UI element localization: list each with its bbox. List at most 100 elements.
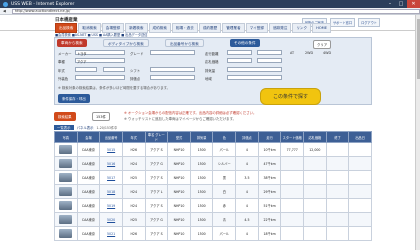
tab-other-conditions[interactable]: その他の条件 xyxy=(230,39,260,47)
color-select[interactable] xyxy=(75,75,125,80)
scrollbar[interactable] xyxy=(415,15,420,250)
car-select[interactable]: アクア xyxy=(75,58,125,64)
column-header[interactable]: 評価点 xyxy=(235,131,259,143)
table-cell[interactable]: 5015 xyxy=(99,142,123,157)
photo-cell[interactable] xyxy=(54,226,78,241)
table-cell[interactable]: 5017 xyxy=(99,170,123,185)
nav-item[interactable]: 追跡発注 xyxy=(268,23,292,33)
table-row[interactable]: CAA東京 5015 H26 アクア S NHP10 1500 パール 4 10千km 77,77… xyxy=(54,142,372,157)
check-2wd[interactable]: 2WD xyxy=(305,51,313,55)
view-list-tab[interactable]: 一覧表示 xyxy=(54,124,74,130)
table-cell: H25 xyxy=(121,212,146,227)
tab-body-type[interactable]: ボディタイプから検索 xyxy=(103,39,149,47)
table-row[interactable]: CAA東京 5018 H24 アクア L NHP10 1500 白 4 29千km xyxy=(54,184,372,199)
table-cell[interactable]: 5021 xyxy=(99,226,123,241)
car-thumbnail[interactable] xyxy=(59,173,73,182)
tab-lot-number[interactable]: 出品番号から検索 xyxy=(165,39,204,47)
table-cell xyxy=(348,156,372,171)
maker-select[interactable]: トヨタ xyxy=(75,50,125,56)
tab-vehicle-search[interactable]: 車両から検索 xyxy=(57,39,87,47)
back-icon[interactable]: ◀ xyxy=(3,9,6,13)
table-cell: H25 xyxy=(121,170,146,185)
column-header[interactable]: 走行 xyxy=(257,131,282,143)
table-row[interactable]: CAA東京 5020 H25 アクア G NHP10 1500 青 4.5 22千km xyxy=(54,212,372,227)
price-from[interactable] xyxy=(227,58,252,63)
clear-button[interactable]: クリア xyxy=(313,40,332,49)
photo-cell[interactable] xyxy=(54,184,78,199)
column-header[interactable]: 写真 xyxy=(54,131,78,143)
displacement-select[interactable] xyxy=(227,67,282,72)
view-panel-tab[interactable]: パネル表示 xyxy=(77,125,94,130)
price-to[interactable] xyxy=(257,58,282,63)
table-cell: 青 xyxy=(212,212,237,227)
column-header[interactable]: 会場 xyxy=(76,131,101,143)
table-cell: アクア G xyxy=(144,156,169,171)
table-cell xyxy=(280,156,305,171)
region-select[interactable] xyxy=(227,75,282,80)
year-from-select[interactable] xyxy=(75,67,97,72)
nav-item[interactable]: 相場・過去 xyxy=(171,23,198,33)
photo-cell[interactable] xyxy=(54,170,78,185)
column-header[interactable]: 応札価格 xyxy=(303,131,327,143)
column-header[interactable]: 車名 グレード xyxy=(144,131,169,143)
car-thumbnail[interactable] xyxy=(59,145,73,154)
history-button[interactable]: 条件保存・呼出 xyxy=(58,94,90,103)
table-cell: アクア S xyxy=(144,226,169,241)
results-table-wrap: 一覧表示 パネル表示 1-20/153件中 写真 会場 出品番号 年式 車名 グレード型… xyxy=(54,124,372,250)
column-header[interactable]: 出品日 xyxy=(348,131,372,143)
grade-select[interactable] xyxy=(150,50,195,55)
nav-item[interactable]: 成約履歴 xyxy=(198,23,222,33)
search-button[interactable]: この条件で探す xyxy=(260,88,322,105)
check-at[interactable]: AT xyxy=(290,51,294,55)
close-button[interactable]: ✕ xyxy=(407,0,420,8)
photo-cell[interactable] xyxy=(54,156,78,171)
table-cell: 1500 xyxy=(189,198,214,213)
photo-cell[interactable] xyxy=(54,198,78,213)
table-row[interactable]: CAA東京 5016 H24 アクア G NHP10 1500 シルバー 4 47千km xyxy=(54,156,372,171)
car-thumbnail[interactable] xyxy=(59,201,73,210)
minimize-button[interactable]: – xyxy=(385,0,395,8)
column-header[interactable]: スタート価格 xyxy=(280,131,305,143)
mileage-from[interactable] xyxy=(227,50,252,55)
table-cell: アクア G xyxy=(144,212,169,227)
car-thumbnail[interactable] xyxy=(59,215,73,224)
search-note: ※ 検索対象の検索結果は、条件が多いほど時間を要する場合があります。 xyxy=(58,86,171,90)
table-row[interactable]: CAA東京 5021 H26 アクア S NHP10 1500 パール 4 18千km xyxy=(54,226,372,241)
maximize-button[interactable]: □ xyxy=(396,0,406,8)
nav-item[interactable]: マイ登録 xyxy=(245,23,268,33)
car-thumbnail[interactable] xyxy=(59,187,73,196)
score-select[interactable] xyxy=(150,75,195,80)
column-header[interactable]: 終了 xyxy=(325,131,350,143)
shift-select[interactable] xyxy=(150,67,195,72)
table-row[interactable]: CAA東京 5019 H24 アクア S NHP10 1500 赤 4 51千km xyxy=(54,198,372,213)
check-4wd[interactable]: 4WD xyxy=(323,51,331,55)
nav-home[interactable]: HOME xyxy=(312,23,332,33)
column-header[interactable]: 出品番号 xyxy=(99,131,123,143)
url-field[interactable]: http://www.auctiondirect.ne.jp/ xyxy=(11,8,420,14)
column-header[interactable]: 年式 xyxy=(121,131,146,143)
table-row[interactable]: CAA東京 5017 H25 アクア S NHP10 1500 黒 3.5 38千km xyxy=(54,170,372,185)
table-cell: 赤 xyxy=(212,198,237,213)
nav-item[interactable]: 成約検索 xyxy=(148,23,171,33)
column-header[interactable]: 排気量 xyxy=(189,131,214,143)
photo-cell[interactable] xyxy=(54,212,78,227)
photo-cell[interactable] xyxy=(54,142,78,157)
table-cell xyxy=(303,156,327,171)
table-cell[interactable]: 5018 xyxy=(99,184,123,199)
column-header[interactable]: 型式 xyxy=(167,131,191,143)
nav-item[interactable]: リンク xyxy=(292,23,312,33)
car-thumbnail[interactable] xyxy=(59,229,73,238)
table-cell xyxy=(348,184,372,199)
column-header[interactable]: 色 xyxy=(212,131,237,143)
table-cell: 4 xyxy=(235,184,259,199)
nav-item[interactable]: 管理業者 xyxy=(222,23,245,33)
table-cell[interactable]: 5020 xyxy=(99,212,123,227)
table-cell xyxy=(325,156,350,171)
mileage-to[interactable] xyxy=(257,50,282,55)
top-link[interactable]: サポート窓口 xyxy=(329,18,356,27)
year-to-select[interactable] xyxy=(103,67,125,72)
car-thumbnail[interactable] xyxy=(59,159,73,168)
table-cell[interactable]: 5016 xyxy=(99,156,123,171)
logout-link[interactable]: ログアウト xyxy=(358,18,380,27)
table-cell[interactable]: 5019 xyxy=(99,198,123,213)
